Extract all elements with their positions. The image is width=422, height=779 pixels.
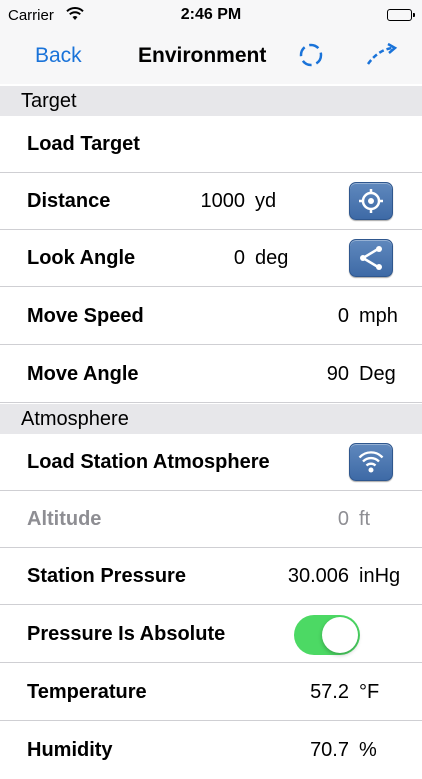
humidity-value[interactable]: 70.7 [310, 739, 349, 762]
target-circle-icon[interactable] [296, 40, 326, 70]
row-move-angle[interactable]: Move Angle 90 Deg [0, 346, 422, 403]
clock: 2:46 PM [180, 6, 242, 23]
row-move-speed[interactable]: Move Speed 0 mph [0, 288, 422, 345]
look-angle-value[interactable]: 0 [234, 247, 245, 270]
wifi-signal-icon [358, 451, 384, 473]
humidity-unit: % [359, 739, 377, 761]
trajectory-icon[interactable] [364, 40, 398, 70]
row-label: Move Speed [27, 305, 144, 327]
row-label: Pressure Is Absolute [27, 623, 226, 645]
station-button[interactable] [349, 443, 393, 481]
look-angle-unit: deg [255, 247, 289, 269]
toggle-knob [322, 617, 358, 653]
row-label: Load Station Atmosphere [27, 451, 270, 473]
temperature-value[interactable]: 57.2 [310, 681, 349, 704]
section-title: Target [21, 90, 77, 112]
section-header-target: Target [0, 86, 422, 116]
back-button[interactable]: Back [35, 44, 82, 68]
row-load-target[interactable]: Load Target [0, 116, 422, 173]
move-angle-unit: Deg [359, 363, 396, 385]
section-title: Atmosphere [21, 408, 129, 430]
row-station-pressure[interactable]: Station Pressure 30.006 inHg [0, 548, 422, 605]
row-altitude[interactable]: Altitude 0 ft [0, 491, 422, 548]
row-humidity[interactable]: Humidity 70.7 % [0, 722, 422, 779]
move-speed-unit: mph [359, 305, 398, 327]
crosshair-button[interactable] [349, 182, 393, 220]
row-look-angle[interactable]: Look Angle 0 deg [0, 230, 422, 287]
row-label: Temperature [27, 681, 147, 703]
altitude-unit: ft [359, 508, 371, 530]
station-pressure-value[interactable]: 30.006 [288, 565, 349, 588]
page-title: Environment [138, 44, 267, 67]
navigation-bar: Back Environment [0, 30, 422, 84]
station-pressure-unit: inHg [359, 565, 401, 587]
section-header-atmosphere: Atmosphere [0, 404, 422, 434]
crosshair-icon [359, 189, 383, 213]
move-speed-value[interactable]: 0 [338, 305, 349, 328]
row-label: Humidity [27, 739, 113, 761]
pressure-absolute-toggle[interactable] [294, 615, 360, 655]
distance-value[interactable]: 1000 [201, 190, 246, 213]
altitude-value[interactable]: 0 [338, 508, 349, 531]
battery-icon [387, 9, 415, 21]
row-load-station-atmosphere[interactable]: Load Station Atmosphere [0, 434, 422, 491]
angle-button[interactable] [349, 239, 393, 277]
row-pressure-absolute[interactable]: Pressure Is Absolute [0, 606, 422, 663]
row-label: Move Angle [27, 363, 139, 385]
row-label: Station Pressure [27, 565, 186, 587]
status-bar: Carrier 2:46 PM [0, 0, 422, 30]
move-angle-value[interactable]: 90 [327, 363, 349, 386]
distance-unit: yd [255, 190, 277, 212]
row-label: Distance [27, 190, 111, 212]
row-temperature[interactable]: Temperature 57.2 °F [0, 664, 422, 721]
row-label: Look Angle [27, 247, 136, 269]
temperature-unit: °F [359, 681, 380, 703]
row-label: Load Target [27, 133, 140, 155]
angle-icon [360, 246, 382, 270]
row-distance[interactable]: Distance 1000 yd [0, 173, 422, 230]
row-label: Altitude [27, 508, 102, 530]
